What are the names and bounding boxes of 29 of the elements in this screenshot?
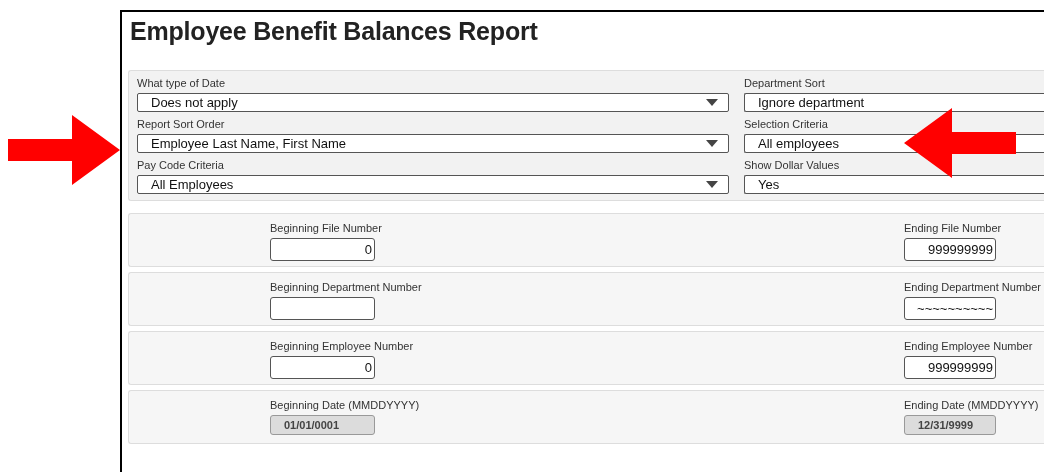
field-label: Ending Employee Number xyxy=(904,340,1033,353)
input-field[interactable]: 999999999 xyxy=(904,238,996,261)
input-field[interactable]: 0 xyxy=(270,238,375,261)
field-label: Beginning Department Number xyxy=(270,281,422,294)
field-label: Beginning Employee Number xyxy=(270,340,414,353)
field-label: Beginning Date (MMDDYYYY) xyxy=(270,399,420,412)
field-label: Selection Criteria xyxy=(744,118,829,131)
field-label: Report Sort Order xyxy=(137,118,226,131)
field-label: Beginning File Number xyxy=(270,222,382,235)
input-field[interactable]: ~~~~~~~~~~ xyxy=(904,297,996,320)
field-label: Ending Date (MMDDYYYY) xyxy=(904,399,1039,412)
field-label: What type of Date xyxy=(137,77,227,90)
caret-icon xyxy=(706,181,718,188)
dropdown[interactable]: Ignore department xyxy=(744,93,1044,112)
input-field[interactable]: 0 xyxy=(270,356,375,379)
caret-icon xyxy=(706,99,718,106)
field-label: Ending Department Number xyxy=(904,281,1041,294)
caret-icon xyxy=(706,140,718,147)
input-field[interactable]: 999999999 xyxy=(904,356,996,379)
field-label: Pay Code Criteria xyxy=(137,159,225,172)
field-label: Department Sort xyxy=(744,77,826,90)
dropdown[interactable]: Employee Last Name, First Name xyxy=(137,134,729,153)
dropdown[interactable]: All Employees xyxy=(137,175,729,194)
dropdown[interactable]: Yes xyxy=(744,175,1044,194)
field-label: Show Dollar Values xyxy=(744,159,841,172)
input-field[interactable] xyxy=(270,297,375,320)
field-label: Ending File Number xyxy=(904,222,1002,235)
dropdown[interactable]: Does not apply xyxy=(137,93,729,112)
report-title: Employee Benefit Balances Report xyxy=(130,16,539,47)
